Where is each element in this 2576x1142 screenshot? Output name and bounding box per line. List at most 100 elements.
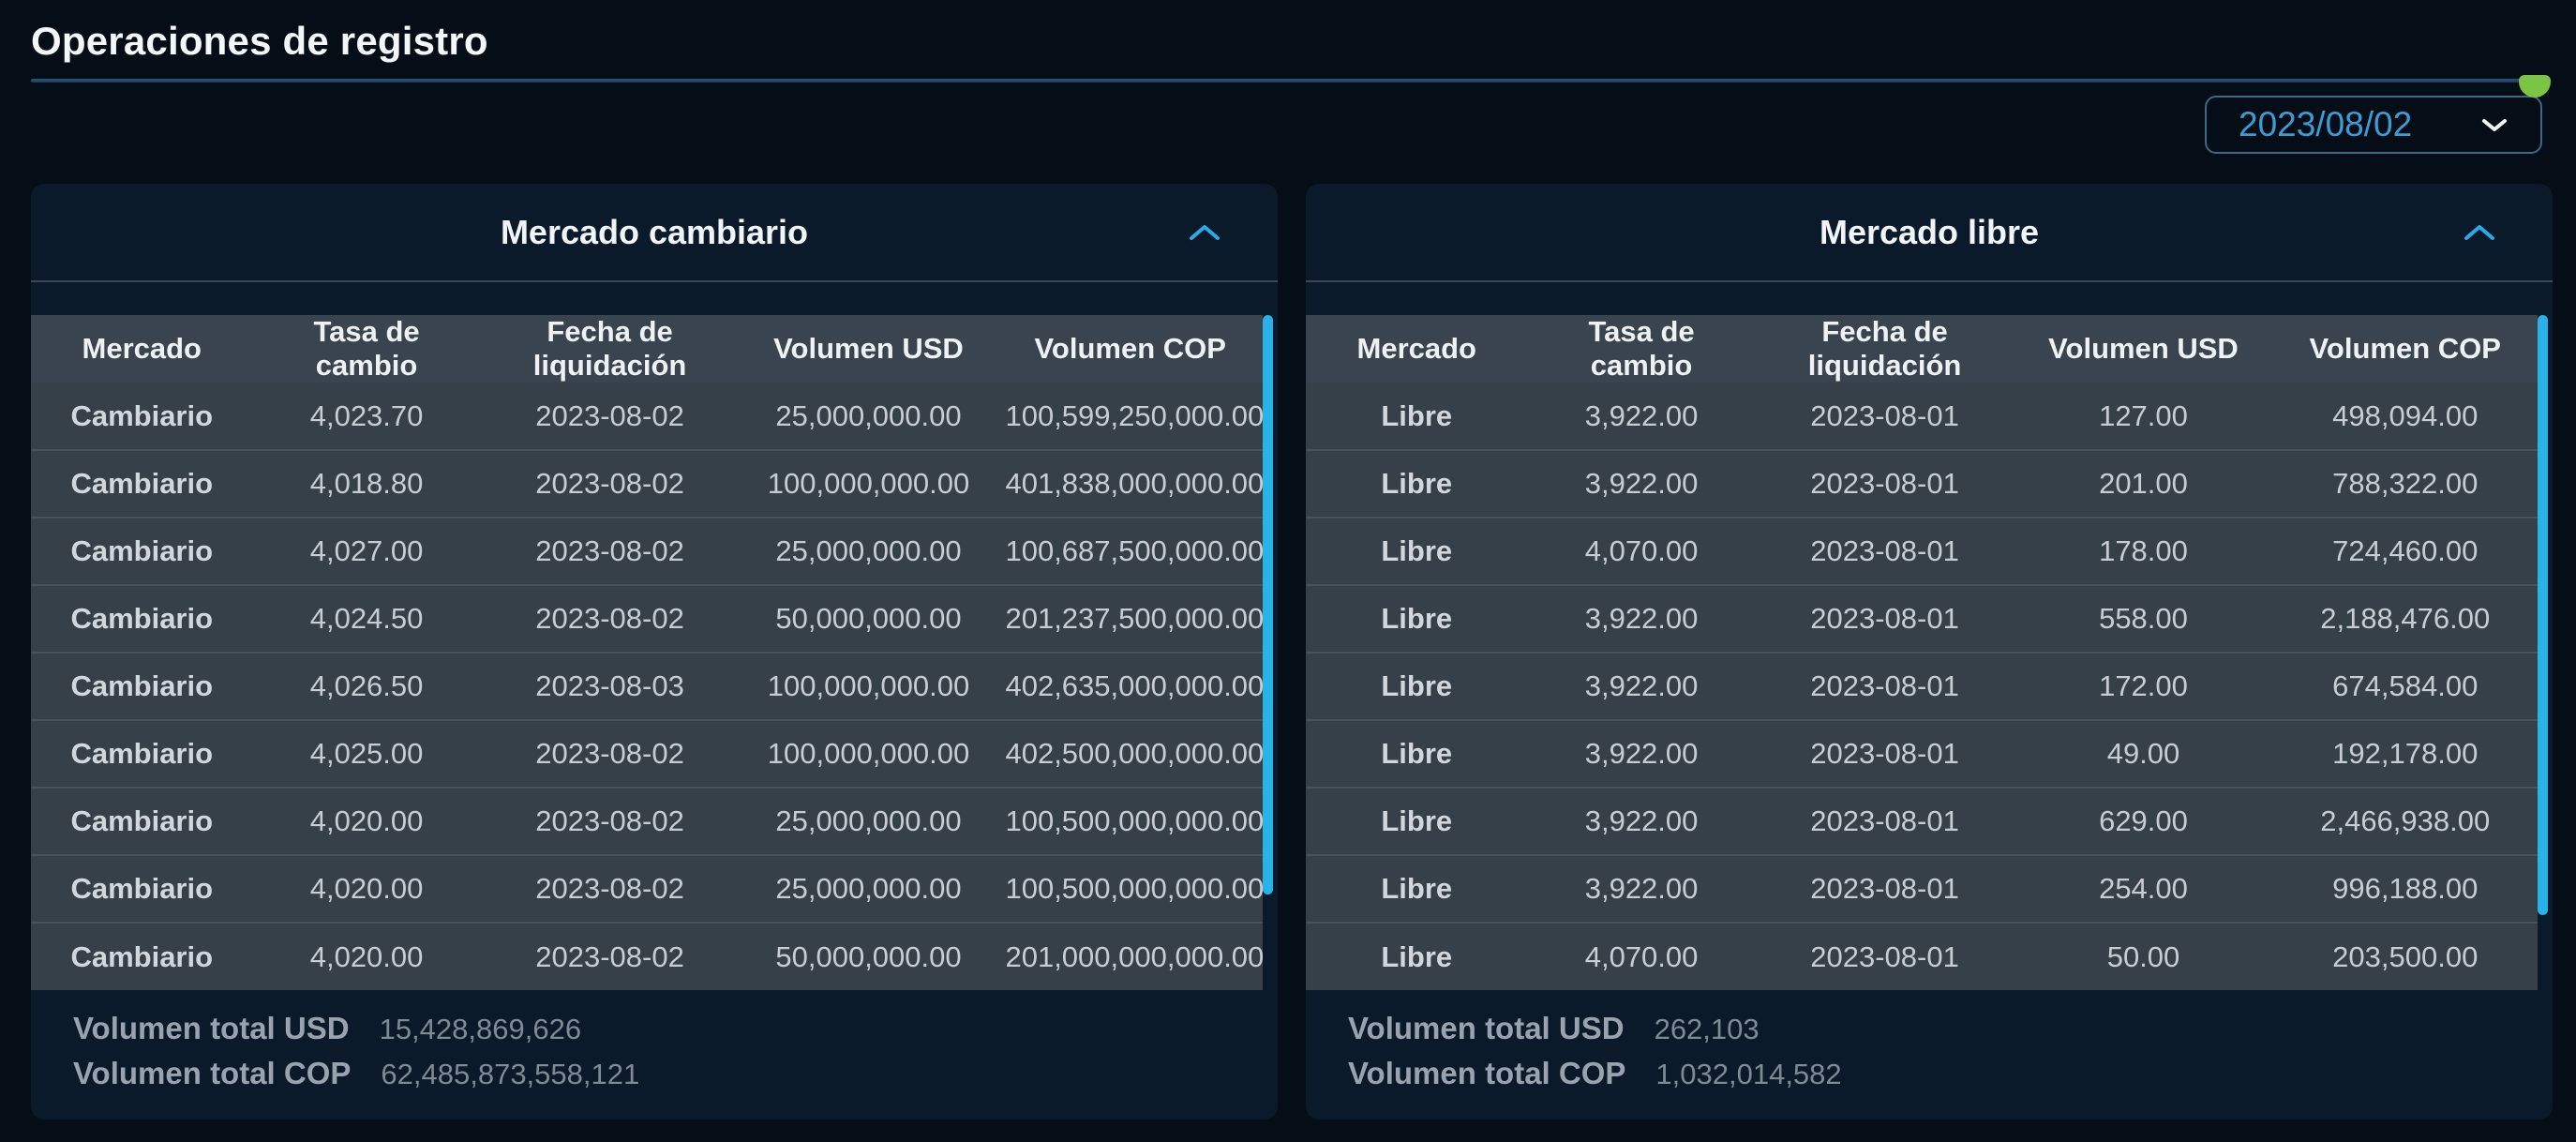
cell-fecha: 2023-08-01 <box>1755 652 2014 720</box>
column-header-vol-usd: Volumen USD <box>739 315 998 383</box>
table-row: Libre 4,070.00 2023-08-01 50.00 203,500.… <box>1306 922 2538 990</box>
cell-mercado: Cambiario <box>31 922 253 990</box>
card-title: Mercado cambiario <box>500 212 809 251</box>
total-usd-label: Volumen total USD <box>1348 1011 1625 1045</box>
cell-mercado: Cambiario <box>31 854 253 923</box>
cell-mercado: Libre <box>1306 584 1528 653</box>
column-header-fecha: Fecha de liquidación <box>1755 315 2014 383</box>
cell-vol-cop: 192,178.00 <box>2272 719 2538 788</box>
cell-vol-cop: 498,094.00 <box>2272 383 2538 450</box>
collapse-toggle-button[interactable] <box>2459 216 2500 249</box>
table-row: Libre 3,922.00 2023-08-01 49.00 192,178.… <box>1306 719 2538 788</box>
table-row: Libre 3,922.00 2023-08-01 172.00 674,584… <box>1306 652 2538 720</box>
cell-mercado: Libre <box>1306 517 1528 585</box>
cell-tasa: 3,922.00 <box>1527 854 1756 923</box>
cell-fecha: 2023-08-01 <box>1755 517 2014 585</box>
vertical-scrollbar[interactable] <box>2538 315 2548 915</box>
date-select[interactable]: 2023/08/02 <box>2205 96 2542 154</box>
cell-tasa: 4,026.50 <box>252 652 481 720</box>
table-row: Cambiario 4,023.70 2023-08-02 25,000,000… <box>31 383 1264 450</box>
cell-vol-usd: 172.00 <box>2014 652 2273 720</box>
cell-tasa: 3,922.00 <box>1527 449 1756 518</box>
total-cop-line: Volumen total COP 62,485,873,558,121 <box>73 1056 1278 1091</box>
cell-vol-cop: 100,687,500,000.00 <box>997 517 1264 585</box>
cell-vol-usd: 25,000,000.00 <box>739 787 998 855</box>
cell-vol-cop: 2,188,476.00 <box>2272 584 2538 653</box>
cell-tasa: 4,070.00 <box>1527 517 1756 585</box>
cell-vol-cop: 402,635,000,000.00 <box>997 652 1264 720</box>
cell-tasa: 3,922.00 <box>1527 787 1756 855</box>
cell-mercado: Libre <box>1306 719 1528 788</box>
table-row: Cambiario 4,025.00 2023-08-02 100,000,00… <box>31 719 1264 788</box>
cell-tasa: 4,020.00 <box>252 922 481 990</box>
column-header-vol-cop: Volumen COP <box>2272 315 2538 383</box>
table-row: Libre 4,070.00 2023-08-01 178.00 724,460… <box>1306 517 2538 585</box>
cell-tasa: 3,922.00 <box>1527 719 1756 788</box>
cell-mercado: Libre <box>1306 922 1528 990</box>
card-title: Mercado libre <box>1819 212 2040 251</box>
total-cop-label: Volumen total COP <box>73 1056 352 1090</box>
cell-fecha: 2023-08-03 <box>480 652 740 720</box>
table-row: Libre 3,922.00 2023-08-01 201.00 788,322… <box>1306 449 2538 518</box>
cell-tasa: 4,070.00 <box>1527 922 1756 990</box>
cell-fecha: 2023-08-01 <box>1755 383 2014 450</box>
cell-vol-cop: 402,500,000,000.00 <box>997 719 1264 788</box>
cell-vol-usd: 25,000,000.00 <box>739 517 998 585</box>
cell-fecha: 2023-08-02 <box>480 787 740 855</box>
cell-fecha: 2023-08-02 <box>480 719 740 788</box>
cell-mercado: Cambiario <box>31 383 253 450</box>
cell-fecha: 2023-08-02 <box>480 584 740 653</box>
cell-vol-usd: 25,000,000.00 <box>739 383 998 450</box>
cell-vol-usd: 201.00 <box>2014 449 2273 518</box>
cell-tasa: 4,020.00 <box>252 787 481 855</box>
cell-vol-usd: 100,000,000.00 <box>739 652 998 720</box>
cell-vol-usd: 629.00 <box>2014 787 2273 855</box>
total-usd-value: 15,428,869,626 <box>379 1013 582 1045</box>
cell-fecha: 2023-08-02 <box>480 854 740 923</box>
chevron-down-icon <box>2480 116 2509 133</box>
table-row: Libre 3,922.00 2023-08-01 558.00 2,188,4… <box>1306 584 2538 653</box>
title-divider <box>31 75 2551 98</box>
cell-vol-cop: 100,500,000,000.00 <box>997 854 1264 923</box>
table-header-row: Mercado Tasa de cambio Fecha de liquidac… <box>31 315 1263 383</box>
cell-vol-usd: 50.00 <box>2014 922 2273 990</box>
total-cop-value: 62,485,873,558,121 <box>381 1058 640 1090</box>
cell-vol-cop: 201,237,500,000.00 <box>997 584 1264 653</box>
cards-row: Mercado cambiario Mercado Tasa de cambio… <box>31 184 2553 1119</box>
table-row: Cambiario 4,026.50 2023-08-03 100,000,00… <box>31 652 1264 720</box>
cell-vol-cop: 201,000,000,000.00 <box>997 922 1264 990</box>
table-row: Cambiario 4,027.00 2023-08-02 25,000,000… <box>31 517 1264 585</box>
vertical-scrollbar[interactable] <box>1263 315 1273 894</box>
cell-fecha: 2023-08-02 <box>480 449 740 518</box>
cell-fecha: 2023-08-01 <box>1755 584 2014 653</box>
cell-fecha: 2023-08-01 <box>1755 719 2014 788</box>
cell-vol-cop: 100,599,250,000.00 <box>997 383 1264 450</box>
column-header-fecha: Fecha de liquidación <box>480 315 740 383</box>
cell-mercado: Libre <box>1306 787 1528 855</box>
cell-fecha: 2023-08-02 <box>480 922 740 990</box>
cell-tasa: 3,922.00 <box>1527 383 1756 450</box>
total-cop-value: 1,032,014,582 <box>1655 1058 1842 1090</box>
cell-vol-cop: 996,188.00 <box>2272 854 2538 923</box>
cell-vol-usd: 127.00 <box>2014 383 2273 450</box>
card-header: Mercado libre <box>1306 184 2553 280</box>
table-row: Cambiario 4,020.00 2023-08-02 50,000,000… <box>31 922 1264 990</box>
column-header-tasa: Tasa de cambio <box>252 315 481 383</box>
cell-tasa: 4,023.70 <box>252 383 481 450</box>
cell-vol-cop: 100,500,000,000.00 <box>997 787 1264 855</box>
card-footer: Volumen total USD 15,428,869,626 Volumen… <box>31 990 1278 1101</box>
chevron-up-icon <box>2463 223 2496 242</box>
cell-fecha: 2023-08-02 <box>480 517 740 585</box>
total-cop-label: Volumen total COP <box>1348 1056 1626 1090</box>
table-row: Cambiario 4,020.00 2023-08-02 25,000,000… <box>31 787 1264 855</box>
total-usd-line: Volumen total USD 15,428,869,626 <box>73 1011 1278 1046</box>
table-row: Libre 3,922.00 2023-08-01 629.00 2,466,9… <box>1306 787 2538 855</box>
cell-vol-cop: 2,466,938.00 <box>2272 787 2538 855</box>
card-mercado-libre: Mercado libre Mercado Tasa de cambio Fec… <box>1306 184 2553 1119</box>
column-header-vol-cop: Volumen COP <box>997 315 1263 383</box>
table-row: Cambiario 4,024.50 2023-08-02 50,000,000… <box>31 584 1264 653</box>
cell-vol-cop: 724,460.00 <box>2272 517 2538 585</box>
cell-vol-usd: 100,000,000.00 <box>739 449 998 518</box>
cell-fecha: 2023-08-01 <box>1755 449 2014 518</box>
collapse-toggle-button[interactable] <box>1184 216 1225 249</box>
